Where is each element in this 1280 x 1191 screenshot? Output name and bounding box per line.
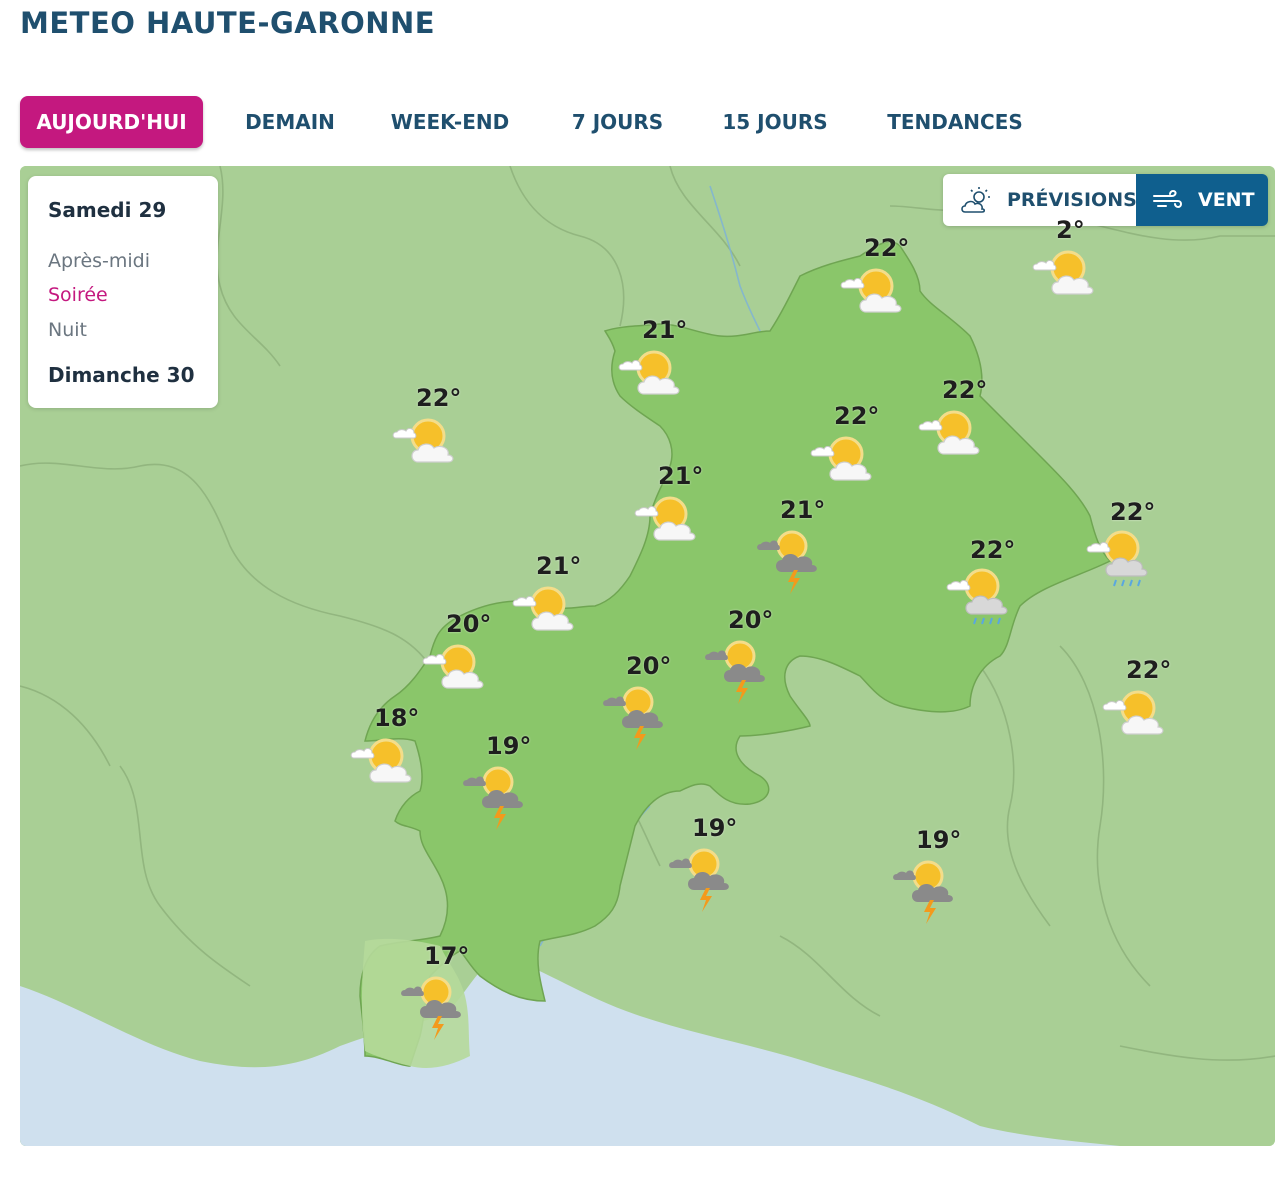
forecast-temperature: 19° <box>486 732 532 760</box>
sun-cloud-outline-icon <box>961 187 990 213</box>
forecast-temperature: 21° <box>780 496 826 524</box>
forecast-temperature: 20° <box>626 652 672 680</box>
storm-icon <box>463 766 523 830</box>
sun-cloud-icon <box>422 644 484 689</box>
sun-cloud-icon <box>350 738 412 783</box>
forecast-temperature: 21° <box>642 316 688 344</box>
sun-cloud-icon <box>810 436 872 481</box>
sun-cloud-icon <box>618 350 680 395</box>
tab-7-jours[interactable]: 7 JOURS <box>555 96 680 148</box>
vent-label: VENT <box>1198 189 1255 211</box>
tab-week-end[interactable]: WEEK-END <box>380 96 520 148</box>
period-day-sunday[interactable]: Dimanche 30 <box>48 363 194 387</box>
forecast-marker[interactable]: 20° <box>702 606 782 704</box>
forecast-temperature: 22° <box>834 402 880 430</box>
forecast-temperature: 22° <box>416 384 462 412</box>
forecast-marker[interactable]: 20° <box>420 610 500 704</box>
forecast-temperature: 22° <box>1110 498 1156 526</box>
forecast-marker[interactable]: 22° <box>916 376 996 470</box>
sun-rain-icon <box>946 568 1008 625</box>
previsions-button[interactable]: PRÉVISIONS <box>943 174 1137 226</box>
forecast-marker[interactable]: 2° <box>1030 216 1110 310</box>
forecast-temperature: 22° <box>1126 656 1172 684</box>
storm-icon <box>757 530 817 594</box>
forecast-temperature: 2° <box>1056 216 1085 244</box>
forecast-temperature: 18° <box>374 704 420 732</box>
forecast-marker[interactable]: 22° <box>1084 498 1164 592</box>
period-apres-midi[interactable]: Après-midi <box>48 250 150 272</box>
storm-icon <box>603 686 663 750</box>
forecast-marker[interactable]: 21° <box>616 316 696 410</box>
forecast-temperature: 20° <box>446 610 492 638</box>
forecast-marker[interactable]: 22° <box>1100 656 1180 750</box>
forecast-temperature: 17° <box>424 942 470 970</box>
storm-icon <box>669 848 729 912</box>
forecast-temperature: 21° <box>536 552 582 580</box>
forecast-temperature: 21° <box>658 462 704 490</box>
forecast-marker[interactable]: 22° <box>838 234 918 328</box>
vent-button[interactable]: VENT <box>1136 174 1268 226</box>
tab-demain[interactable]: DEMAIN <box>230 96 350 148</box>
forecast-marker[interactable]: 21° <box>510 552 590 646</box>
forecast-marker[interactable]: 19° <box>460 732 540 830</box>
weather-map[interactable]: Samedi 29 Après-midi Soirée Nuit Dimanch… <box>20 166 1275 1146</box>
forecast-temperature: 19° <box>916 826 962 854</box>
forecast-temperature: 22° <box>942 376 988 404</box>
forecast-marker[interactable]: 18° <box>348 704 428 798</box>
period-nuit[interactable]: Nuit <box>48 319 87 341</box>
forecast-marker[interactable]: 19° <box>890 826 970 924</box>
period-panel: Samedi 29 Après-midi Soirée Nuit Dimanch… <box>28 176 218 408</box>
forecast-marker[interactable]: 21° <box>754 496 834 594</box>
storm-icon <box>705 640 765 704</box>
sun-cloud-icon <box>392 418 454 463</box>
sun-cloud-icon <box>1102 690 1164 735</box>
sun-cloud-icon <box>840 268 902 313</box>
sun-rain-icon <box>1086 530 1148 587</box>
period-day-saturday: Samedi 29 <box>48 198 167 222</box>
map-layer-toggle: PRÉVISIONS VENT <box>943 174 1268 226</box>
tab-15-jours[interactable]: 15 JOURS <box>710 96 840 148</box>
sun-cloud-icon <box>634 496 696 541</box>
tab-tendances[interactable]: TENDANCES <box>875 96 1035 148</box>
forecast-temperature: 20° <box>728 606 774 634</box>
forecast-marker[interactable]: 17° <box>398 942 478 1040</box>
forecast-marker[interactable]: 22° <box>390 384 470 478</box>
sun-cloud-icon <box>1032 250 1094 295</box>
period-soiree[interactable]: Soirée <box>48 284 108 306</box>
tab-aujourdhui[interactable]: AUJOURD'HUI <box>20 96 203 148</box>
forecast-temperature: 22° <box>970 536 1016 564</box>
forecast-temperature: 19° <box>692 814 738 842</box>
sun-cloud-icon <box>512 586 574 631</box>
forecast-marker[interactable]: 19° <box>666 814 746 912</box>
forecast-marker[interactable]: 20° <box>600 652 680 750</box>
storm-icon <box>401 976 461 1040</box>
forecast-temperature: 22° <box>864 234 910 262</box>
storm-icon <box>893 860 953 924</box>
forecast-marker[interactable]: 22° <box>944 536 1024 630</box>
sun-cloud-icon <box>918 410 980 455</box>
page-title: METEO HAUTE-GARONNE <box>20 6 436 40</box>
forecast-marker[interactable]: 22° <box>808 402 888 496</box>
wind-icon <box>1153 189 1182 209</box>
forecast-marker[interactable]: 21° <box>632 462 712 556</box>
